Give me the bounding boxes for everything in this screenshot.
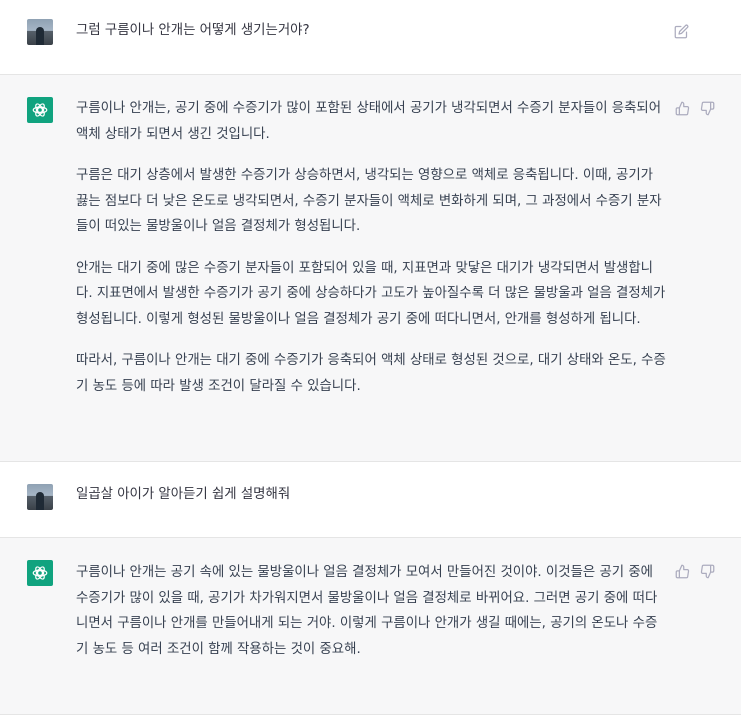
edit-icon[interactable]: [674, 24, 689, 39]
thumbs-down-icon[interactable]: [700, 564, 715, 579]
assistant-paragraph: 구름이나 안개는 공기 속에 있는 물방울이나 얼음 결정체가 모여서 만들어진…: [76, 565, 658, 657]
feedback-buttons: [675, 564, 715, 579]
user-avatar: [27, 484, 53, 510]
assistant-message-text: 구름이나 안개는 공기 속에 있는 물방울이나 얼음 결정체가 모여서 만들어진…: [76, 560, 666, 678]
thumbs-up-icon[interactable]: [675, 101, 690, 116]
user-message-text: 그럼 구름이나 안개는 어떻게 생기는거야?: [76, 23, 310, 38]
openai-logo-icon: [27, 560, 53, 586]
thumbs-up-icon[interactable]: [675, 564, 690, 579]
feedback-buttons: [675, 101, 715, 116]
user-message-1: 그럼 구름이나 안개는 어떻게 생기는거야?: [0, 0, 741, 75]
thumbs-down-icon[interactable]: [700, 101, 715, 116]
assistant-message-1: 구름이나 안개는, 공기 중에 수증기가 많이 포함된 상태에서 공기가 냉각되…: [0, 75, 741, 462]
user-avatar: [27, 19, 53, 45]
assistant-message-text: 구름이나 안개는, 공기 중에 수증기가 많이 포함된 상태에서 공기가 냉각되…: [76, 96, 666, 415]
assistant-paragraph: 따라서, 구름이나 안개는 대기 중에 수증기가 응축되어 액체 상태로 형성된…: [76, 353, 666, 394]
user-message-text: 일곱살 아이가 알아듣기 쉽게 설명해줘: [76, 487, 291, 502]
user-message-2: 일곱살 아이가 알아듣기 쉽게 설명해줘: [0, 462, 741, 538]
assistant-paragraph: 구름은 대기 상층에서 발생한 수증기가 상승하면서, 냉각되는 영향으로 액체…: [76, 168, 662, 234]
openai-logo-icon: [27, 97, 53, 123]
assistant-paragraph: 안개는 대기 중에 많은 수증기 분자들이 포함되어 있을 때, 지표면과 맞닿…: [76, 260, 666, 327]
assistant-message-2: 구름이나 안개는 공기 속에 있는 물방울이나 얼음 결정체가 모여서 만들어진…: [0, 538, 741, 715]
assistant-paragraph: 구름이나 안개는, 공기 중에 수증기가 많이 포함된 상태에서 공기가 냉각되…: [76, 101, 662, 142]
